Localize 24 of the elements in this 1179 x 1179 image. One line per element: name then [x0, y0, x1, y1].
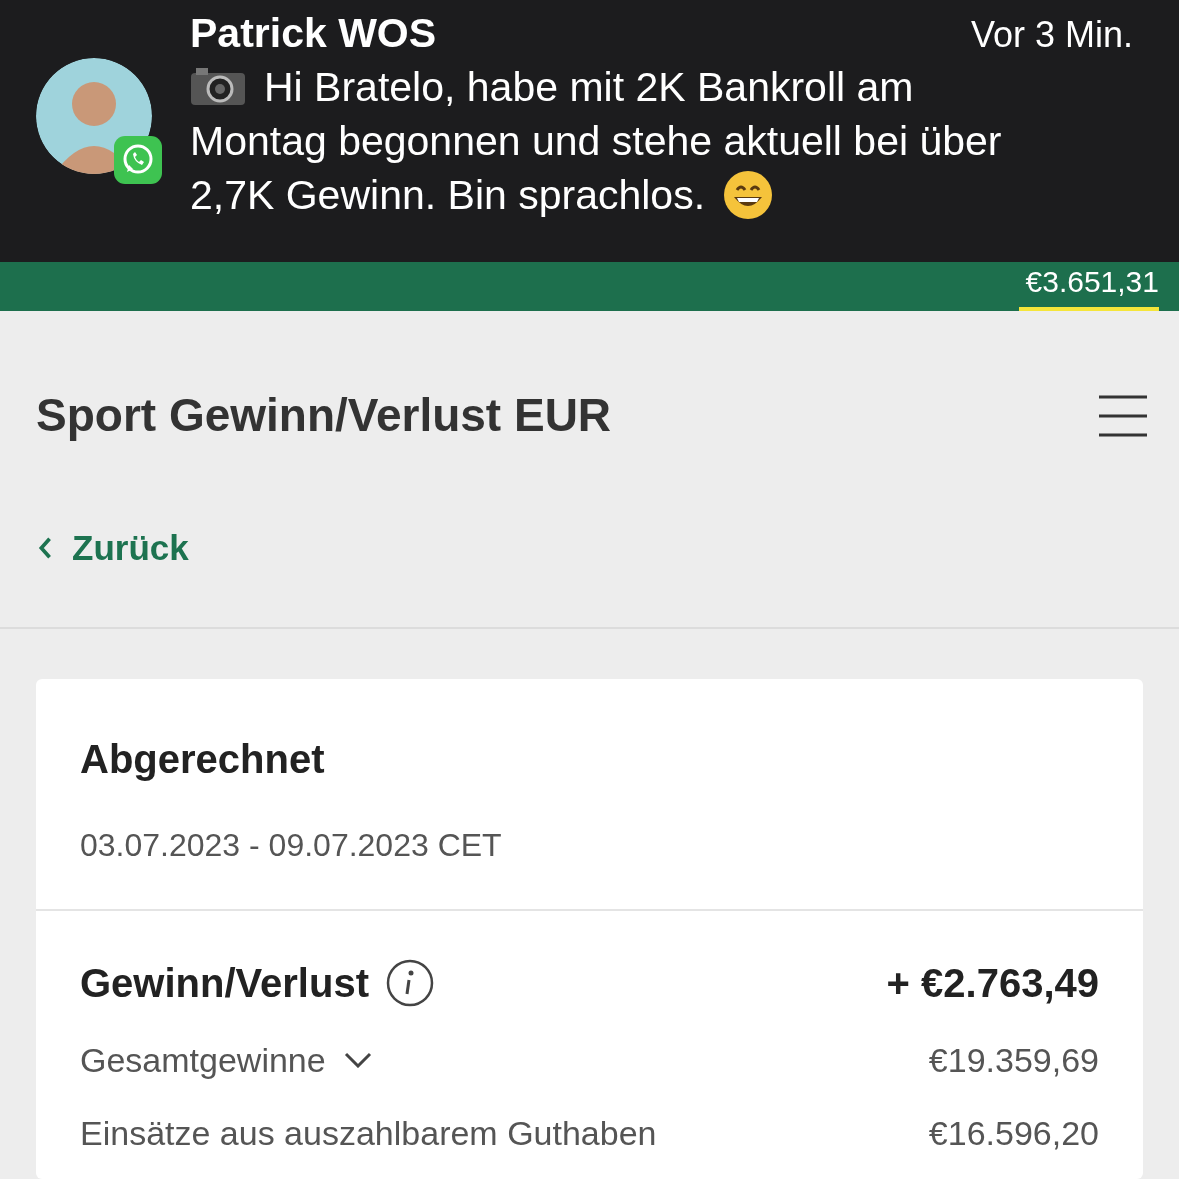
back-link[interactable]: Zurück — [38, 522, 189, 575]
sender-name: Patrick WOS — [190, 9, 437, 58]
notification-message-line: Montag begonnen und stehe aktuell bei über — [190, 117, 1002, 166]
notification-message-line: 2,7K Gewinn. Bin sprachlos. — [190, 171, 706, 220]
chat-app-icon — [114, 136, 162, 184]
card-title: Abgerechnet — [79, 735, 326, 783]
date-range: 03.07.2023 - 09.07.2023 CET — [79, 825, 503, 865]
profit-loss-label: Gewinn/Verlust — [80, 959, 369, 1007]
chevron-down-icon[interactable] — [343, 1052, 372, 1068]
smiley-icon — [723, 170, 774, 220]
summary-label: Gesamtgewinne — [80, 1039, 326, 1081]
menu-icon[interactable] — [1099, 394, 1147, 437]
camera-icon — [190, 67, 246, 107]
notification-message-line: Hi Bratelo, habe mit 2K Bankroll am — [264, 63, 914, 112]
summary-value: €19.359,69 — [928, 1039, 1099, 1081]
profit-loss-value: + €2.763,49 — [886, 959, 1099, 1007]
account-balance[interactable]: €3.651,31 — [1019, 262, 1159, 302]
summary-label: Einsätze aus auszahlbarem Guthaben — [80, 1112, 657, 1154]
summary-value: €16.596,20 — [928, 1112, 1099, 1154]
chevron-left-icon — [38, 537, 52, 560]
notification-banner[interactable]: Patrick WOS Vor 3 Min. Hi Bratelo, habe mit 2K Bankroll am Montag begonnen und stehe aktuell bei über 2,7K Gewinn. Bin sprachlos. — [0, 0, 1179, 262]
info-icon[interactable] — [384, 957, 435, 1008]
page-title: Sport Gewinn/Verlust EUR — [36, 388, 612, 443]
notification-time: Vor 3 Min. — [970, 13, 1133, 57]
